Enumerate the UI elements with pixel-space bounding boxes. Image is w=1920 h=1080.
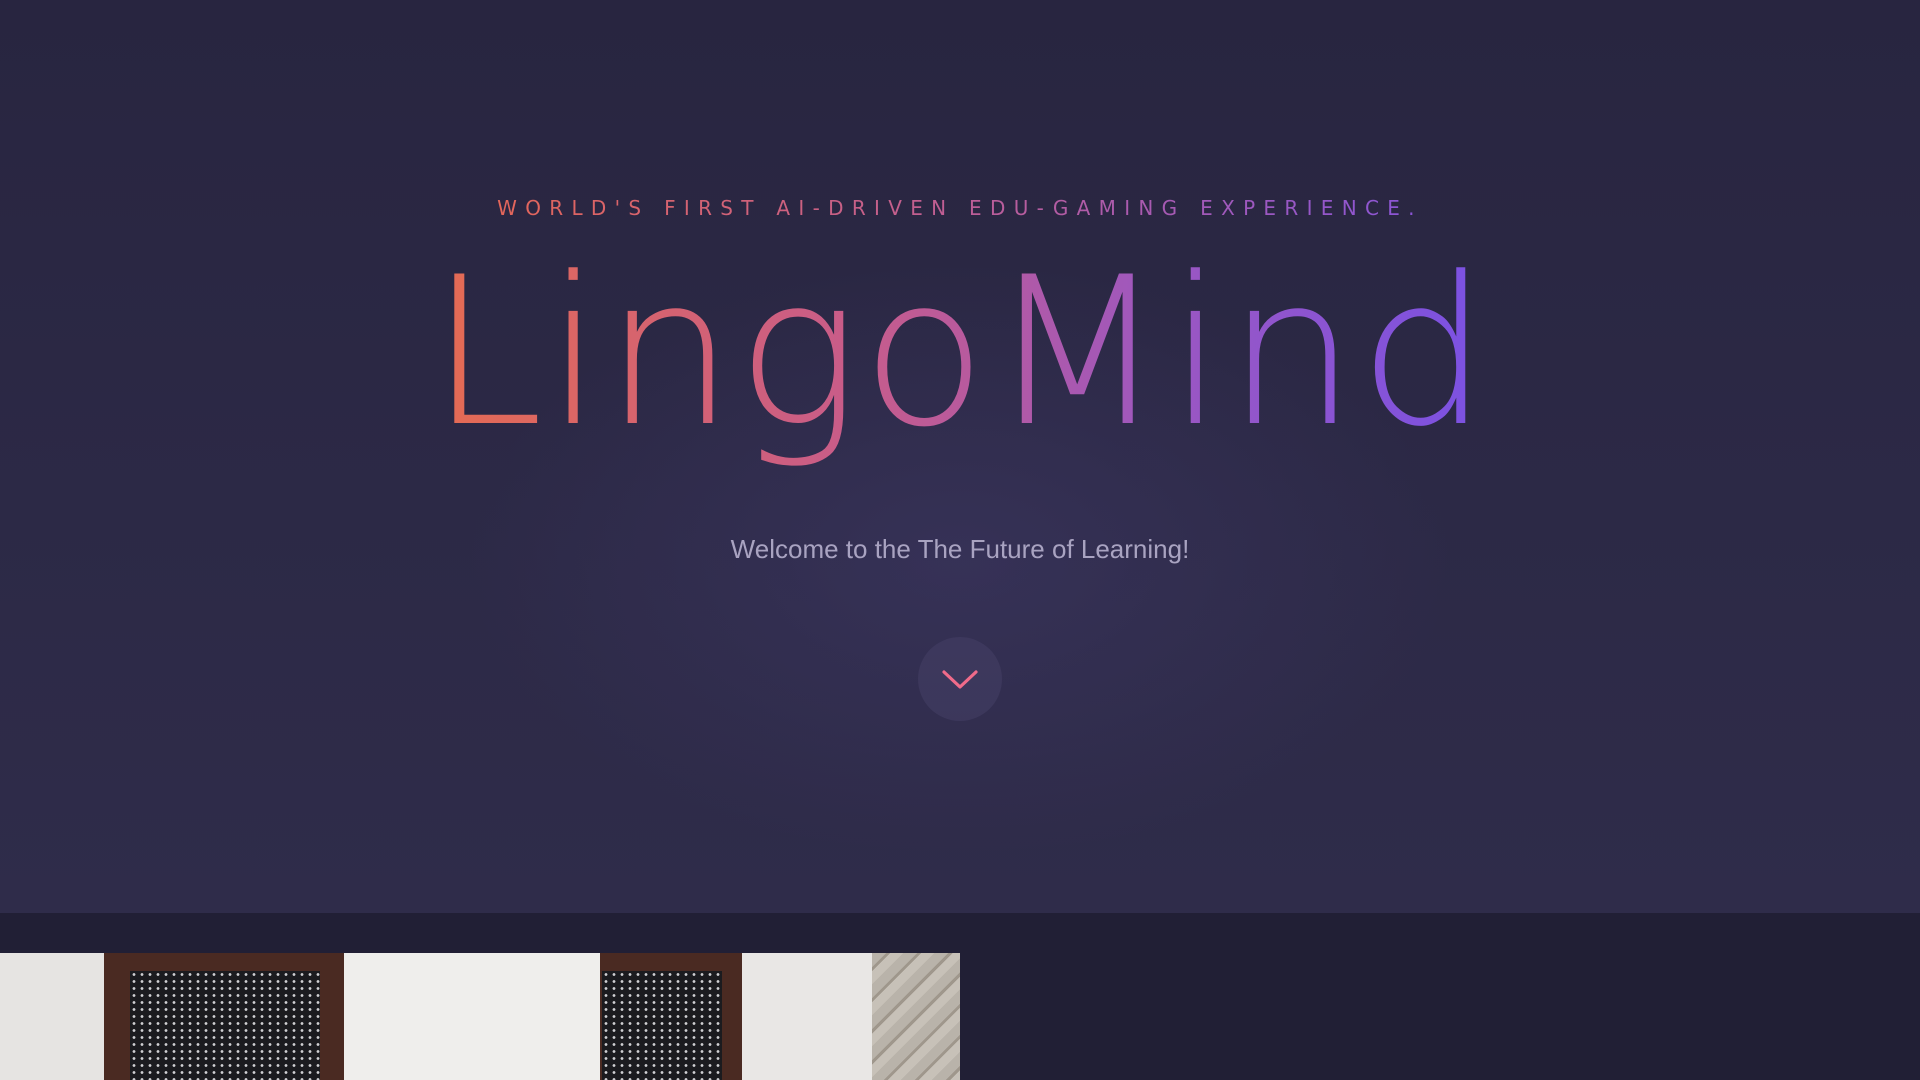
- brand-title-text: LingoMind: [429, 234, 1491, 472]
- scroll-down-button[interactable]: [918, 637, 1002, 721]
- next-section: [0, 913, 1920, 1080]
- brand-title: LingoMind: [0, 238, 1920, 468]
- welcome-text: Welcome to the The Future of Learning!: [730, 534, 1190, 564]
- chevron-down-icon: [942, 670, 978, 689]
- hero-section: World's first AI-driven edu-gaming exper…: [0, 0, 1920, 913]
- hero-tagline: World's first AI-driven edu-gaming exper…: [0, 196, 1920, 220]
- hero-tagline-text: World's first AI-driven edu-gaming exper…: [497, 196, 1423, 220]
- section-photo: [0, 953, 960, 1080]
